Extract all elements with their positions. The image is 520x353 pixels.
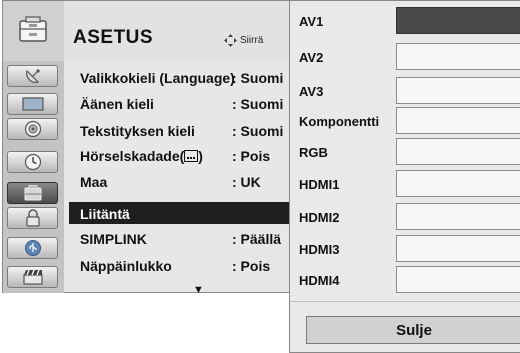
input-row-av2[interactable]: AV2: [290, 43, 520, 73]
menu-item-label: Äänen kieli: [80, 96, 154, 112]
menu-header: ASETUS Siirrä: [3, 1, 289, 61]
input-name: AV1: [299, 14, 324, 29]
input-row-av3[interactable]: AV3: [290, 77, 520, 107]
input-label-field[interactable]: [396, 203, 520, 230]
menu-item-value: : Pois: [232, 148, 271, 164]
menu-item-value: : Suomi: [232, 96, 284, 112]
menu-item-label-group: Hörselskadade(): [80, 148, 203, 164]
four-way-arrows-icon: [224, 34, 237, 47]
speaker-audio-icon: [24, 120, 41, 138]
setup-menu: ASETUS Siirrä Valikkokieli (Language): …: [2, 0, 291, 296]
category-movie[interactable]: [7, 266, 58, 288]
menu-item-value: : Suomi: [232, 123, 284, 139]
menu-item-key-lock[interactable]: Näppäinlukko : Pois: [69, 254, 291, 276]
category-lock[interactable]: [7, 207, 58, 229]
menu-item-label: Maa: [80, 174, 108, 190]
input-row-rgb[interactable]: RGB: [290, 138, 520, 168]
input-name: HDMI4: [299, 273, 340, 288]
panel-divider: [290, 301, 520, 302]
close-button[interactable]: Sulje: [306, 316, 520, 344]
category-audio[interactable]: [7, 118, 58, 140]
input-row-hdmi2[interactable]: HDMI2: [290, 203, 520, 233]
menu-item-label: Näppäinlukko: [80, 258, 172, 274]
input-label-field[interactable]: [396, 235, 520, 262]
menu-items: Valikkokieli (Language) : Suomi Äänen ki…: [69, 63, 291, 293]
menu-item-language[interactable]: Valikkokieli (Language) : Suomi: [69, 66, 291, 88]
input-label-field[interactable]: [396, 138, 520, 165]
lock-icon: [25, 209, 40, 227]
settings-option-icon: [24, 185, 41, 201]
menu-title: ASETUS: [73, 27, 154, 48]
input-label-field[interactable]: [396, 77, 520, 104]
input-row-hdmi4[interactable]: HDMI4: [290, 266, 520, 296]
menu-item-label: Valikkokieli (Language): [80, 70, 235, 86]
input-name: HDMI2: [299, 210, 340, 225]
menu-item-value: : Pois: [232, 258, 271, 274]
tv-picture-icon: [21, 97, 44, 111]
input-row-hdmi1[interactable]: HDMI1: [290, 170, 520, 200]
input-name: Komponentti: [299, 114, 380, 129]
subtitle-icon: [184, 150, 199, 162]
input-label-field[interactable]: [396, 43, 520, 70]
menu-item-label: SIMPLINK: [80, 231, 147, 247]
satellite-dish-icon: [25, 69, 40, 83]
input-label-field[interactable]: [396, 7, 520, 34]
menu-item-country[interactable]: Maa : UK: [69, 170, 291, 192]
move-hint: Siirrä: [224, 34, 263, 47]
menu-item-label: Tekstityksen kieli: [80, 123, 195, 139]
clock-time-icon: [24, 153, 41, 171]
input-row-hdmi3[interactable]: HDMI3: [290, 235, 520, 265]
category-satellite[interactable]: [7, 65, 58, 87]
clapperboard-icon: [22, 269, 43, 285]
input-name: HDMI1: [299, 177, 340, 192]
input-name: AV3: [299, 84, 324, 99]
input-row-component[interactable]: Komponentti: [290, 107, 520, 137]
category-picture[interactable]: [7, 93, 58, 115]
menu-item-hearing-impaired[interactable]: Hörselskadade() : Pois: [69, 144, 291, 166]
input-label-panel: AV1 AV2 AV3 Komponentti RGB HDMI1 HDMI2 …: [289, 0, 520, 353]
input-name: HDMI3: [299, 242, 340, 257]
input-name: AV2: [299, 50, 324, 65]
category-icon-column: [3, 61, 64, 293]
input-label-field[interactable]: [396, 266, 520, 293]
scroll-down-indicator[interactable]: ▼: [193, 284, 204, 296]
menu-item-label: Liitäntä: [80, 206, 130, 222]
input-label-field[interactable]: [396, 170, 520, 197]
menu-item-value: : UK: [232, 174, 261, 190]
menu-item-label: Hörselskadade(: [80, 148, 185, 164]
menu-item-value: : Suomi: [232, 70, 284, 86]
input-row-av1[interactable]: AV1: [290, 7, 520, 37]
move-hint-label: Siirrä: [240, 35, 264, 46]
input-name: RGB: [299, 145, 328, 160]
usb-media-icon: [24, 240, 41, 256]
menu-item-simplink[interactable]: SIMPLINK : Päällä: [69, 227, 291, 249]
menu-item-subtitle-language[interactable]: Tekstityksen kieli : Suomi: [69, 119, 291, 141]
category-time[interactable]: [7, 151, 58, 173]
settings-cabinet-icon: [3, 1, 64, 61]
menu-item-value: : Päällä: [232, 231, 282, 247]
category-option[interactable]: [7, 182, 58, 204]
menu-item-audio-language[interactable]: Äänen kieli : Suomi: [69, 92, 291, 114]
category-usb[interactable]: [7, 237, 58, 259]
menu-item-input-label[interactable]: Liitäntä: [69, 202, 291, 224]
input-label-field[interactable]: [396, 107, 520, 134]
